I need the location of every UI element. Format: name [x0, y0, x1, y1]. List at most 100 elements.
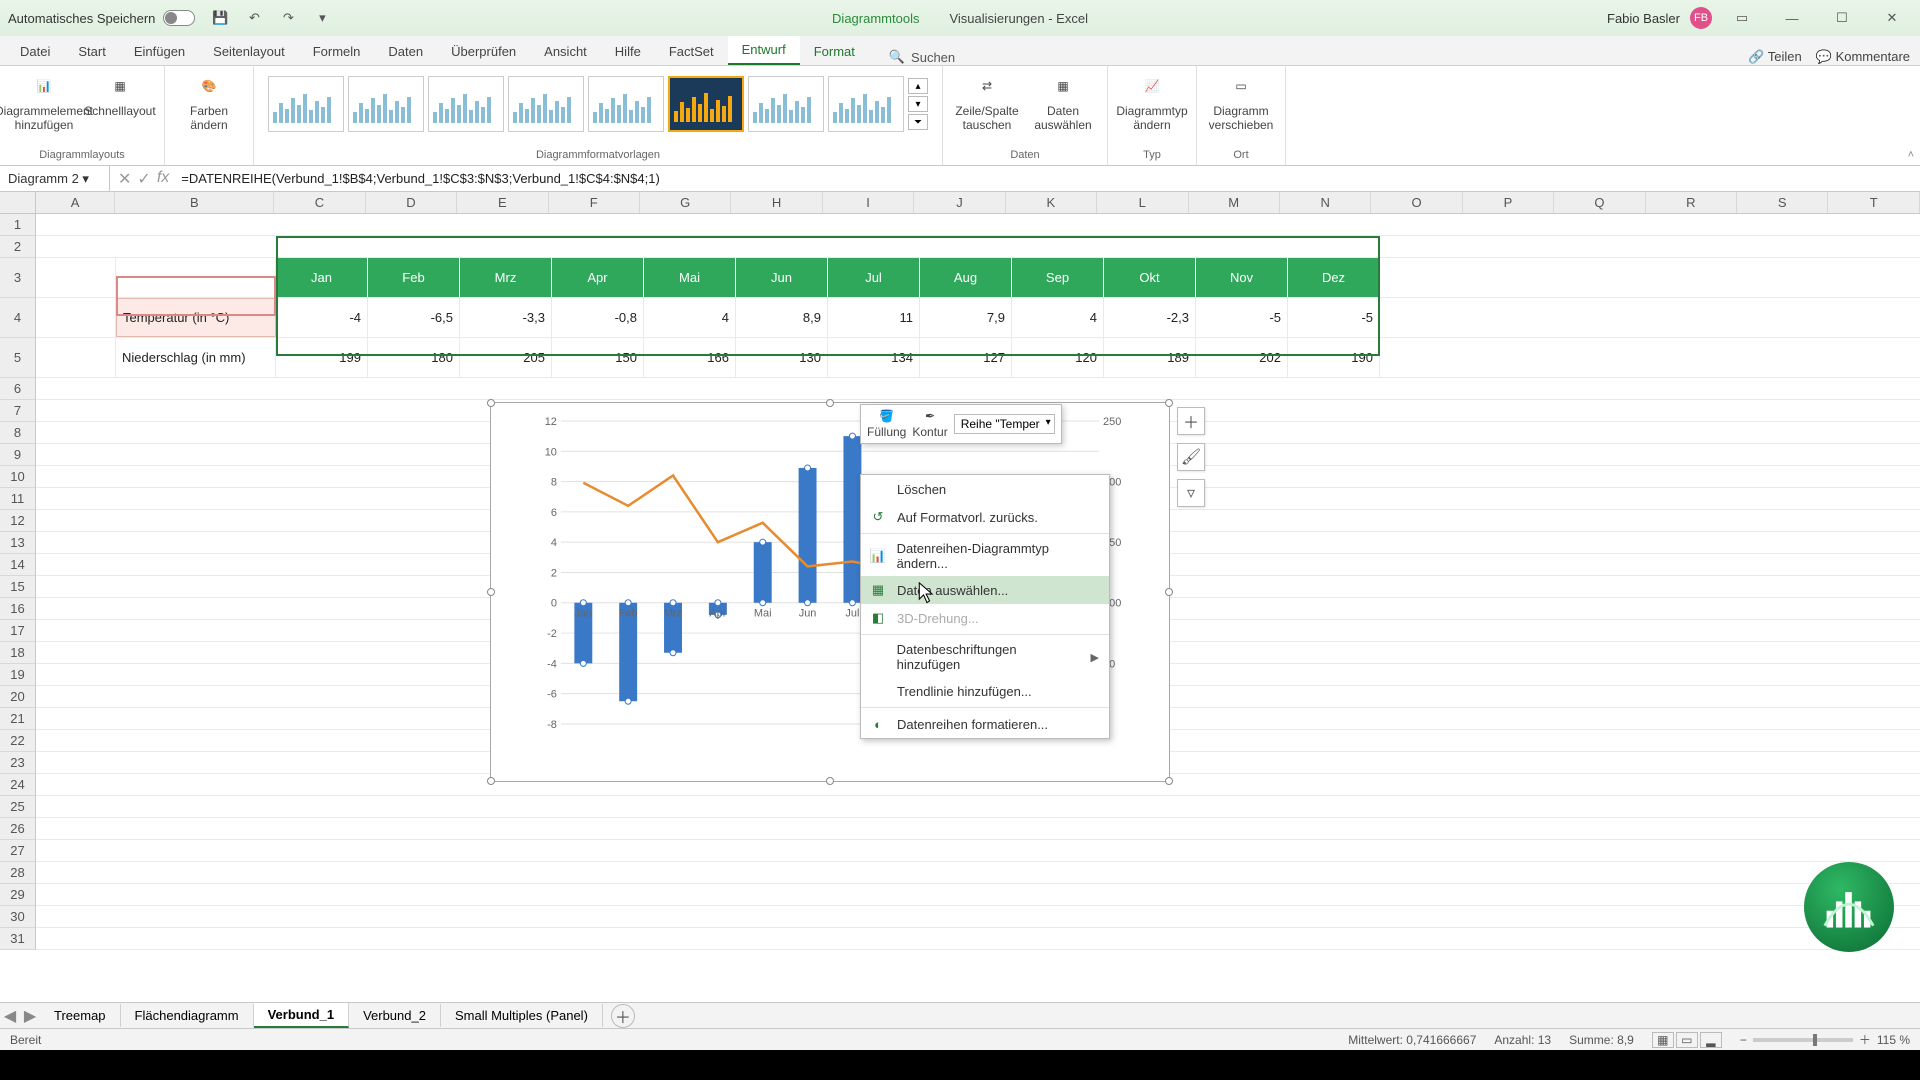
sheet-small-multiples[interactable]: Small Multiples (Panel) — [441, 1004, 603, 1027]
row-27[interactable]: 27 — [0, 840, 36, 862]
sheet-nav-next[interactable]: ▶ — [20, 1006, 40, 1026]
col-L[interactable]: L — [1097, 192, 1188, 213]
col-M[interactable]: M — [1189, 192, 1280, 213]
sheet-treemap[interactable]: Treemap — [40, 1004, 121, 1027]
maximize-icon[interactable]: ☐ — [1822, 3, 1862, 33]
comments-button[interactable]: 💬 Kommentare — [1816, 49, 1910, 65]
row-1[interactable]: 1 — [0, 214, 36, 236]
col-E[interactable]: E — [457, 192, 548, 213]
accept-formula-icon[interactable]: ✓ — [137, 169, 150, 189]
row-14[interactable]: 14 — [0, 554, 36, 576]
col-S[interactable]: S — [1737, 192, 1828, 213]
style-thumb-2[interactable] — [348, 76, 424, 132]
sheet-flaechen[interactable]: Flächendiagramm — [121, 1004, 254, 1027]
style-thumb-1[interactable] — [268, 76, 344, 132]
col-A[interactable]: A — [36, 192, 116, 213]
minimize-icon[interactable]: — — [1772, 3, 1812, 33]
row-8[interactable]: 8 — [0, 422, 36, 444]
col-D[interactable]: D — [366, 192, 457, 213]
save-icon[interactable]: 💾 — [211, 9, 229, 27]
qat-dropdown-icon[interactable]: ▾ — [313, 9, 331, 27]
sheet-verbund1[interactable]: Verbund_1 — [254, 1003, 349, 1028]
style-thumb-3[interactable] — [428, 76, 504, 132]
tab-einfuegen[interactable]: Einfügen — [120, 38, 199, 65]
fill-button[interactable]: 🪣Füllung — [867, 409, 906, 439]
select-all-corner[interactable] — [0, 192, 36, 213]
col-B[interactable]: B — [115, 192, 274, 213]
col-K[interactable]: K — [1006, 192, 1097, 213]
sheet-nav-prev[interactable]: ◀ — [0, 1006, 20, 1026]
ctx-format-series[interactable]: ◐Datenreihen formatieren... — [861, 710, 1109, 738]
search-icon[interactable]: 🔍 — [889, 49, 905, 65]
ctx-select-data[interactable]: ▦Daten auswählen... — [861, 576, 1109, 604]
row-23[interactable]: 23 — [0, 752, 36, 774]
change-colors-button[interactable]: 🎨 Farben ändern — [173, 70, 245, 132]
select-data-button[interactable]: ▦ Daten auswählen — [1027, 70, 1099, 132]
ribbon-display-icon[interactable]: ▭ — [1722, 3, 1762, 33]
col-G[interactable]: G — [640, 192, 731, 213]
add-chart-element-button[interactable]: 📊 Diagrammelement hinzufügen — [8, 70, 80, 132]
ctx-change-series-type[interactable]: 📊Datenreihen-Diagrammtyp ändern... — [861, 536, 1109, 576]
row-5[interactable]: 5 — [0, 338, 36, 378]
col-J[interactable]: J — [914, 192, 1005, 213]
row-21[interactable]: 21 — [0, 708, 36, 730]
style-thumb-6[interactable] — [668, 76, 744, 132]
col-P[interactable]: P — [1463, 192, 1554, 213]
row-11[interactable]: 11 — [0, 488, 36, 510]
row-25[interactable]: 25 — [0, 796, 36, 818]
row-20[interactable]: 20 — [0, 686, 36, 708]
tab-start[interactable]: Start — [64, 38, 119, 65]
tab-hilfe[interactable]: Hilfe — [601, 38, 655, 65]
row-18[interactable]: 18 — [0, 642, 36, 664]
row-4[interactable]: 4 — [0, 298, 36, 338]
view-buttons[interactable]: ▦▭▂ — [1652, 1032, 1722, 1048]
ctx-reset-format[interactable]: ↺Auf Formatvorl. zurücks. — [861, 503, 1109, 531]
row-15[interactable]: 15 — [0, 576, 36, 598]
zoom-control[interactable]: −＋115 % — [1740, 1031, 1910, 1048]
tab-daten[interactable]: Daten — [374, 38, 437, 65]
series-selector[interactable]: Reihe "Temper — [954, 414, 1055, 434]
add-sheet-button[interactable]: ＋ — [611, 1004, 635, 1028]
row-2[interactable]: 2 — [0, 236, 36, 258]
row-24[interactable]: 24 — [0, 774, 36, 796]
tab-format[interactable]: Format — [800, 38, 869, 65]
share-button[interactable]: 🔗 Teilen — [1748, 49, 1802, 65]
close-icon[interactable]: ✕ — [1872, 3, 1912, 33]
row-12[interactable]: 12 — [0, 510, 36, 532]
tab-factset[interactable]: FactSet — [655, 38, 728, 65]
row-29[interactable]: 29 — [0, 884, 36, 906]
ctx-add-data-labels[interactable]: Datenbeschriftungen hinzufügen▶ — [861, 637, 1109, 677]
tab-formeln[interactable]: Formeln — [299, 38, 375, 65]
search-label[interactable]: Suchen — [911, 50, 955, 65]
col-I[interactable]: I — [823, 192, 914, 213]
undo-icon[interactable]: ↶ — [245, 9, 263, 27]
move-chart-button[interactable]: ▭ Diagramm verschieben — [1205, 70, 1277, 132]
row-9[interactable]: 9 — [0, 444, 36, 466]
outline-button[interactable]: ✒Kontur — [912, 409, 947, 439]
col-O[interactable]: O — [1371, 192, 1462, 213]
col-H[interactable]: H — [731, 192, 822, 213]
tab-ueberpruefen[interactable]: Überprüfen — [437, 38, 530, 65]
row-31[interactable]: 31 — [0, 928, 36, 950]
col-C[interactable]: C — [274, 192, 365, 213]
autosave-toggle[interactable] — [163, 10, 195, 26]
formula-input[interactable]: =DATENREIHE(Verbund_1!$B$4;Verbund_1!$C$… — [177, 171, 1920, 186]
row-10[interactable]: 10 — [0, 466, 36, 488]
ctx-add-trendline[interactable]: Trendlinie hinzufügen... — [861, 677, 1109, 705]
gallery-scroll[interactable]: ▴▾⏷ — [908, 76, 928, 132]
row-30[interactable]: 30 — [0, 906, 36, 928]
row-22[interactable]: 22 — [0, 730, 36, 752]
tab-ansicht[interactable]: Ansicht — [530, 38, 601, 65]
row-6[interactable]: 6 — [0, 378, 36, 400]
sheet-verbund2[interactable]: Verbund_2 — [349, 1004, 441, 1027]
row-28[interactable]: 28 — [0, 862, 36, 884]
change-chart-type-button[interactable]: 📈 Diagrammtyp ändern — [1116, 70, 1188, 132]
redo-icon[interactable]: ↷ — [279, 9, 297, 27]
row-16[interactable]: 16 — [0, 598, 36, 620]
style-thumb-5[interactable] — [588, 76, 664, 132]
style-thumb-4[interactable] — [508, 76, 584, 132]
col-R[interactable]: R — [1646, 192, 1737, 213]
switch-row-col-button[interactable]: ⇄ Zeile/Spalte tauschen — [951, 70, 1023, 132]
collapse-ribbon-icon[interactable]: ˄ — [1908, 149, 1914, 161]
ctx-delete[interactable]: Löschen — [861, 475, 1109, 503]
